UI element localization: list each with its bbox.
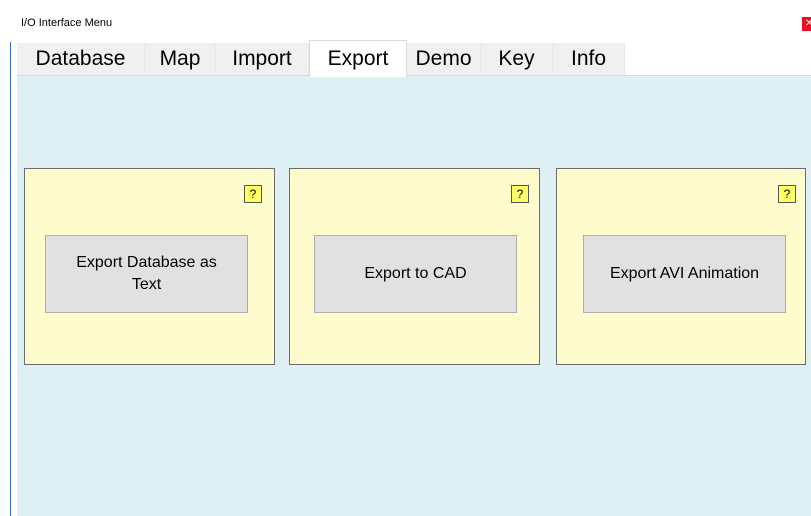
io-interface-window: I/O Interface Menu ✕ Database Map Import… (0, 0, 811, 516)
tab-map[interactable]: Map (145, 43, 216, 75)
tab-database[interactable]: Database (17, 43, 145, 75)
tab-demo[interactable]: Demo (407, 43, 481, 75)
tab-export[interactable]: Export (309, 40, 407, 77)
tab-info[interactable]: Info (553, 43, 625, 75)
close-icon[interactable]: ✕ (802, 17, 811, 31)
window-title: I/O Interface Menu (21, 17, 113, 29)
window-left-border (10, 42, 11, 516)
tab-import[interactable]: Import (216, 43, 309, 75)
export-avi-animation-button[interactable]: Export AVI Animation (583, 235, 786, 313)
export-cad-help-button[interactable]: ? (511, 185, 529, 203)
export-avi-help-button[interactable]: ? (778, 185, 796, 203)
tab-key[interactable]: Key (481, 43, 553, 75)
export-to-cad-button[interactable]: Export to CAD (314, 235, 517, 313)
title-bar: I/O Interface Menu ✕ (0, 0, 811, 42)
export-database-help-button[interactable]: ? (244, 185, 262, 203)
export-database-as-text-button[interactable]: Export Database as Text (45, 235, 248, 313)
